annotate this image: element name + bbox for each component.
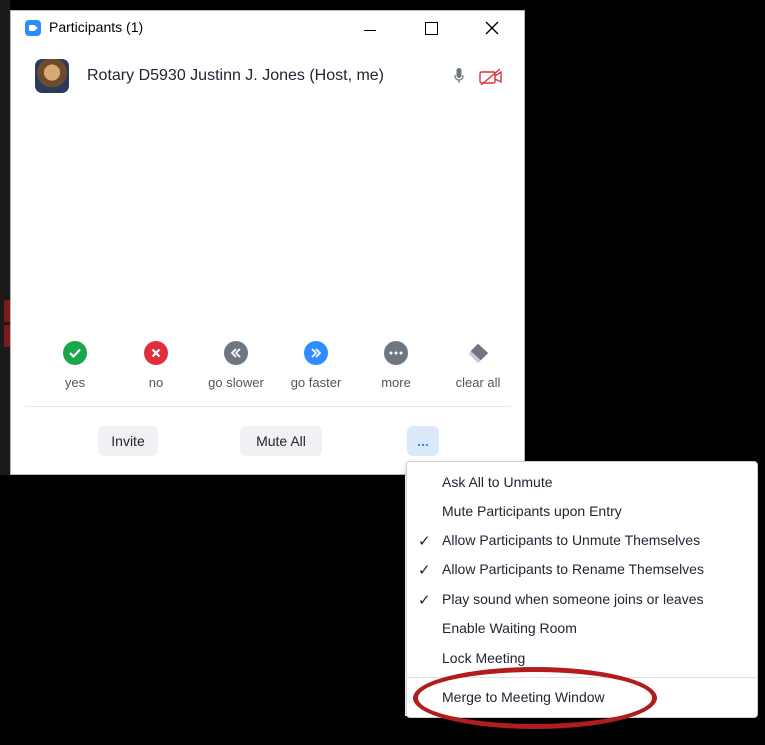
participant-row[interactable]: Rotary D5930 Justinn J. Jones (Host, me) [11,57,524,93]
feedback-no[interactable]: no [116,341,196,390]
feedback-label: more [381,375,411,390]
menu-item-label: Mute Participants upon Entry [442,503,622,519]
menu-item-ask-all-to-unmute[interactable]: Ask All to Unmute [442,474,553,490]
maximize-icon [424,21,438,35]
highlight-annotation [413,667,657,729]
menu-item-play-sound[interactable]: ✓ Play sound when someone joins or leave… [418,591,704,609]
feedback-label: go slower [208,375,264,390]
minimize-button[interactable] [347,11,393,45]
feedback-label: clear all [455,375,501,390]
check-icon [63,341,87,365]
feedback-go-faster[interactable]: go faster [276,341,356,390]
background-right [525,0,765,475]
feedback-label: go faster [290,375,342,390]
feedback-go-slower[interactable]: go slower [196,341,276,390]
maximize-button[interactable] [408,11,454,45]
participants-window: Participants (1) Rotary D5930 Justinn J.… [10,10,525,475]
menu-item-label: Ask All to Unmute [442,474,553,490]
feedback-more[interactable]: more [356,341,436,390]
background-bottom [0,475,405,745]
background-right-strip [757,475,765,745]
menu-item-allow-rename[interactable]: ✓ Allow Participants to Rename Themselve… [418,561,704,579]
minimize-icon [364,29,376,31]
title-bar[interactable]: Participants (1) [11,11,524,45]
invite-button[interactable]: Invite [98,426,158,456]
menu-item-label: Enable Waiting Room [442,620,577,636]
zoom-app-icon [25,20,41,36]
x-icon [144,341,168,365]
close-button[interactable] [469,11,515,45]
nonverbal-feedback-bar: yes no go slower go faster more clear al… [21,341,511,401]
feedback-label: yes [64,375,86,390]
fast-forward-icon [304,341,328,365]
window-title: Participants (1) [49,19,144,35]
mute-all-button[interactable]: Mute All [240,426,322,456]
menu-item-lock-meeting[interactable]: Lock Meeting [442,650,525,666]
rewind-icon [224,341,248,365]
checkmark-icon: ✓ [418,533,431,550]
menu-item-label: Allow Participants to Rename Themselves [442,561,704,577]
checkmark-icon: ✓ [418,562,431,579]
avatar [35,59,69,93]
menu-item-mute-upon-entry[interactable]: Mute Participants upon Entry [442,503,622,519]
eraser-icon [466,341,490,365]
more-options-button[interactable]: ... [407,426,439,456]
close-icon [485,21,499,35]
microphone-icon[interactable] [454,68,464,84]
checkmark-icon: ✓ [418,592,431,609]
ellipsis-icon [384,341,408,365]
divider [25,406,511,407]
video-off-icon[interactable] [479,69,503,85]
menu-item-allow-unmute[interactable]: ✓ Allow Participants to Unmute Themselve… [418,532,701,550]
menu-item-label: Lock Meeting [442,650,526,666]
menu-item-label: Play sound when someone joins or leaves [442,591,704,607]
feedback-clear-all[interactable]: clear all [438,341,518,390]
menu-item-label: Allow Participants to Unmute Themselves [442,532,701,548]
participant-name: Rotary D5930 Justinn J. Jones (Host, me) [87,67,385,84]
feedback-yes[interactable]: yes [35,341,115,390]
feedback-label: no [148,375,164,390]
menu-item-enable-waiting-room[interactable]: Enable Waiting Room [442,620,577,636]
